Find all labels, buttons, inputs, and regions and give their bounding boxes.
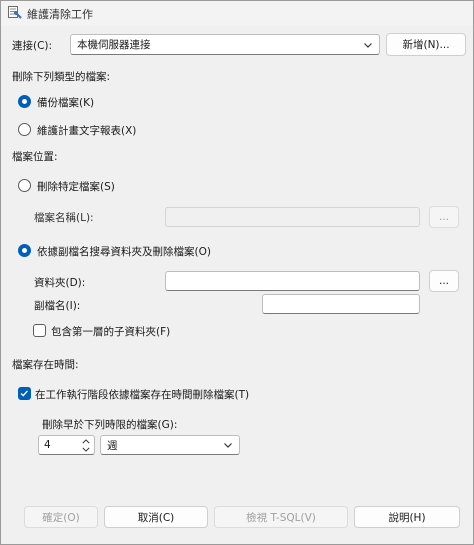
maintenance-report-label: 維護計畫文字報表(X) (37, 125, 137, 137)
delete-type-heading: 刪除下列類型的檔案: (12, 71, 111, 83)
backup-files-label: 備份檔案(K) (37, 97, 95, 109)
include-subfolders-checkbox[interactable] (33, 324, 46, 337)
older-than-label: 刪除早於下列時限的檔案(G): (42, 419, 178, 431)
folder-label: 資料夾(D): (34, 277, 86, 289)
cancel-button[interactable]: 取消(C) (104, 506, 208, 528)
connection-label: 連接(C): (12, 40, 53, 52)
folder-browse-button[interactable]: ... (429, 270, 459, 292)
age-amount-spinner[interactable]: 4 (38, 435, 95, 455)
connection-select[interactable]: 本機伺服器連接 (70, 34, 380, 55)
spin-up-icon[interactable] (80, 437, 92, 445)
chevron-down-icon (364, 43, 372, 48)
age-unit-value: 週 (107, 439, 118, 452)
include-subfolders-label: 包含第一層的子資料夾(F) (51, 326, 171, 338)
extension-label: 副檔名(I): (34, 300, 81, 312)
folder-input[interactable] (165, 271, 420, 291)
connection-select-value: 本機伺服器連接 (77, 39, 151, 51)
age-amount-value: 4 (44, 439, 51, 451)
search-by-extension-label: 依據副檔名搜尋資料夾及刪除檔案(O) (37, 246, 211, 258)
search-by-extension-radio[interactable] (18, 244, 31, 257)
extension-input[interactable] (262, 294, 420, 314)
chevron-down-icon (224, 443, 232, 448)
window-title: 維護清除工作 (27, 8, 93, 21)
file-name-browse-button[interactable]: ... (429, 206, 459, 228)
maintenance-report-radio[interactable] (18, 123, 31, 136)
help-button[interactable]: 說明(H) (354, 506, 460, 528)
age-unit-select[interactable]: 週 (100, 435, 240, 455)
delete-specific-file-radio[interactable] (18, 179, 31, 192)
maintenance-task-icon (8, 6, 22, 19)
spin-down-icon[interactable] (80, 445, 92, 453)
file-name-label: 檔案名稱(L): (34, 212, 94, 224)
checkmark-icon (20, 390, 28, 397)
delete-by-age-checkbox[interactable] (18, 387, 31, 400)
file-location-heading: 檔案位置: (12, 151, 58, 163)
backup-files-radio[interactable] (18, 95, 31, 108)
file-name-input[interactable] (165, 207, 420, 227)
view-tsql-button[interactable]: 檢視 T-SQL(V) (214, 506, 348, 528)
file-age-heading: 檔案存在時間: (12, 359, 79, 371)
delete-by-age-label: 在工作執行階段依據檔案存在時間刪除檔案(T) (35, 389, 250, 401)
ok-button[interactable]: 確定(O) (24, 506, 98, 528)
new-connection-button[interactable]: 新增(N)... (386, 33, 466, 56)
delete-specific-file-label: 刪除特定檔案(S) (37, 181, 115, 193)
